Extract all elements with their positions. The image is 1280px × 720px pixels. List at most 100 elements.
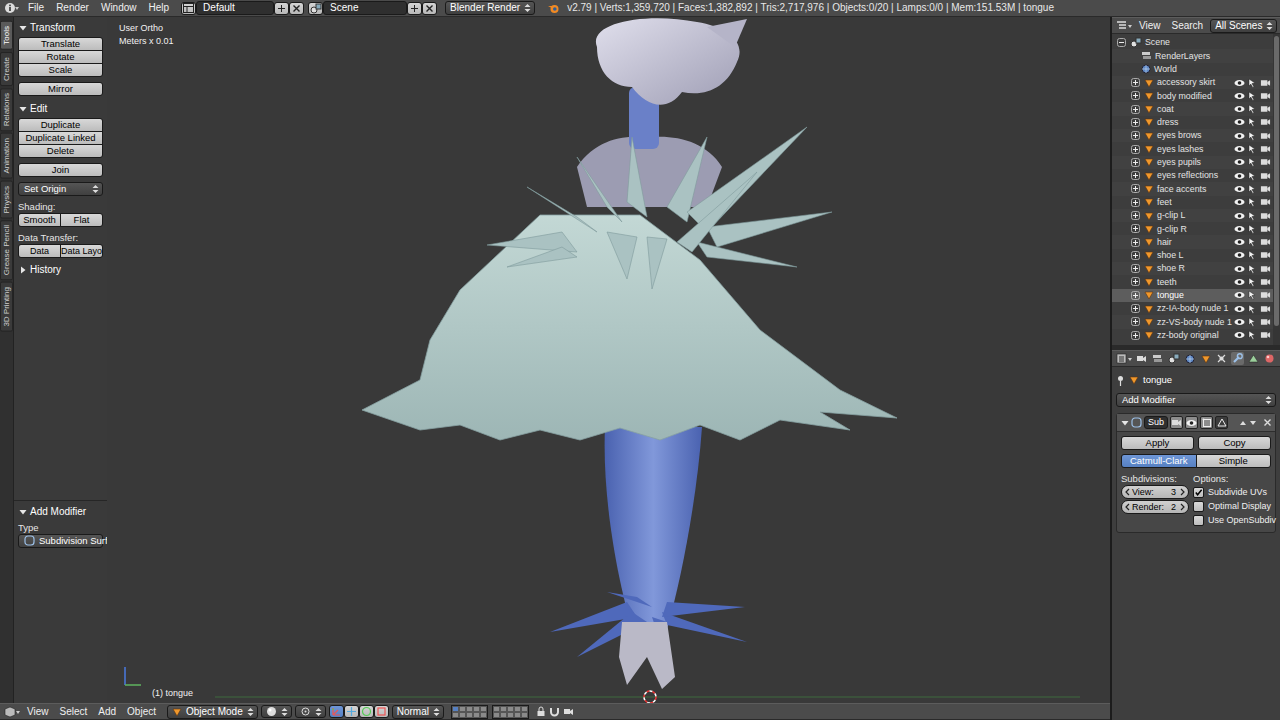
outliner-label[interactable]: shoe L xyxy=(1154,250,1234,261)
modifier-type-dropdown[interactable]: Subdivision Surface xyxy=(18,534,103,548)
expand-icon[interactable] xyxy=(1131,131,1140,140)
checkbox[interactable] xyxy=(1193,501,1204,512)
lock-icon[interactable] xyxy=(536,706,546,717)
tool-button[interactable]: Rotate xyxy=(18,50,103,64)
render-engine-dropdown[interactable]: Blender Render xyxy=(445,1,535,15)
renderability-camera-icon[interactable] xyxy=(1260,304,1271,314)
option-checkbox-row[interactable]: Optimal Display xyxy=(1193,499,1271,513)
toolshelf-tab[interactable]: Create xyxy=(0,52,13,86)
pin-icon[interactable] xyxy=(1116,375,1125,386)
material-tab-icon[interactable] xyxy=(1263,352,1276,365)
layer-button[interactable] xyxy=(452,712,459,718)
menu-item[interactable]: View xyxy=(23,706,53,718)
pivot-dropdown[interactable] xyxy=(295,705,326,718)
properties-editor-icon[interactable] xyxy=(1116,353,1132,365)
visibility-eye-icon[interactable] xyxy=(1234,197,1245,207)
visibility-eye-icon[interactable] xyxy=(1234,224,1245,234)
scrollbar-thumb[interactable] xyxy=(1274,36,1279,326)
expand-icon[interactable] xyxy=(1131,224,1140,233)
renderability-camera-icon[interactable] xyxy=(1260,157,1271,167)
outliner-label[interactable]: eyes brows xyxy=(1154,130,1234,141)
menu-item[interactable]: Object xyxy=(123,706,160,718)
panel-header[interactable]: Edit xyxy=(18,101,103,116)
checkbox[interactable] xyxy=(1193,515,1204,526)
tool-button[interactable]: Delete xyxy=(18,144,103,158)
expand-icon[interactable] xyxy=(1131,251,1140,260)
expand-icon[interactable] xyxy=(1131,91,1140,100)
visibility-eye-icon[interactable] xyxy=(1234,78,1245,88)
tool-button[interactable]: Smooth xyxy=(18,213,61,227)
expand-icon[interactable] xyxy=(1131,198,1140,207)
outliner-label[interactable]: eyes reflections xyxy=(1154,170,1234,181)
checkbox[interactable] xyxy=(1193,487,1204,498)
layer-button[interactable] xyxy=(514,712,521,718)
outliner-row[interactable]: hair xyxy=(1112,235,1273,248)
option-checkbox-row[interactable]: Use OpenSubdiv xyxy=(1193,513,1271,527)
outliner-label[interactable]: RenderLayers xyxy=(1152,51,1273,62)
move-up-icon[interactable] xyxy=(1239,419,1247,427)
subdivision-type-button[interactable]: Simple xyxy=(1196,454,1272,468)
panel-header[interactable]: Transform xyxy=(18,20,103,35)
collapse-triangle-icon[interactable] xyxy=(18,23,27,32)
visibility-eye-icon[interactable] xyxy=(1234,317,1245,327)
layer-button[interactable] xyxy=(521,712,528,718)
selectability-arrow-icon[interactable] xyxy=(1247,237,1258,247)
outliner-scrollbar[interactable] xyxy=(1273,34,1280,345)
selectability-arrow-icon[interactable] xyxy=(1247,330,1258,340)
expand-triangle-icon[interactable] xyxy=(18,265,27,274)
renderability-camera-icon[interactable] xyxy=(1260,171,1271,181)
outliner-label[interactable]: teeth xyxy=(1154,277,1234,288)
renderability-camera-icon[interactable] xyxy=(1260,78,1271,88)
expand-icon[interactable] xyxy=(1131,145,1140,154)
increment-icon[interactable] xyxy=(1180,488,1185,496)
modifier-name-field[interactable]: Sub xyxy=(1144,416,1168,429)
translate-manipulator-icon[interactable] xyxy=(344,705,359,718)
selectability-arrow-icon[interactable] xyxy=(1247,171,1258,181)
menu-item[interactable]: Select xyxy=(56,706,92,718)
3d-view-editor-icon[interactable] xyxy=(4,706,20,718)
tool-button[interactable]: Duplicate Linked xyxy=(18,131,103,145)
tool-button[interactable]: Flat xyxy=(60,213,103,227)
outliner-row[interactable]: shoe R xyxy=(1112,262,1273,275)
add-icon[interactable] xyxy=(274,2,289,15)
visibility-eye-icon[interactable] xyxy=(1234,131,1245,141)
add-modifier-dropdown[interactable]: Add Modifier xyxy=(1116,393,1276,407)
outliner-label[interactable]: Scene xyxy=(1142,37,1273,48)
menu-item[interactable]: Search xyxy=(1168,20,1208,32)
outliner-row[interactable]: zz-body original xyxy=(1112,329,1273,342)
selectability-arrow-icon[interactable] xyxy=(1247,184,1258,194)
tool-button[interactable]: Scale xyxy=(18,63,103,77)
toolshelf-tab[interactable]: Relations xyxy=(0,88,13,131)
selectability-arrow-icon[interactable] xyxy=(1247,91,1258,101)
rotate-manipulator-icon[interactable] xyxy=(359,705,374,718)
selectability-arrow-icon[interactable] xyxy=(1247,317,1258,327)
outliner-row[interactable]: g-clip R xyxy=(1112,222,1273,235)
renderability-camera-icon[interactable] xyxy=(1260,104,1271,114)
renderability-camera-icon[interactable] xyxy=(1260,197,1271,207)
expand-icon[interactable] xyxy=(1131,78,1140,87)
selectability-arrow-icon[interactable] xyxy=(1247,117,1258,127)
outliner-row[interactable]: dress xyxy=(1112,116,1273,129)
snap-icon[interactable] xyxy=(549,706,560,717)
tool-button[interactable]: Mirror xyxy=(18,82,103,96)
selectability-arrow-icon[interactable] xyxy=(1247,157,1258,167)
subdivision-level-field[interactable]: Render:2 xyxy=(1121,500,1189,514)
outliner-label[interactable]: shoe R xyxy=(1154,263,1234,274)
selectability-arrow-icon[interactable] xyxy=(1247,197,1258,207)
menu-item[interactable]: Render xyxy=(52,2,93,14)
expand-icon[interactable] xyxy=(1131,184,1140,193)
manipulator-icon[interactable] xyxy=(329,705,344,718)
renderability-camera-icon[interactable] xyxy=(1260,290,1271,300)
collapse-triangle-icon[interactable] xyxy=(1120,418,1129,427)
layer-button[interactable] xyxy=(480,712,487,718)
outliner-row[interactable]: RenderLayers xyxy=(1112,49,1273,62)
renderability-camera-icon[interactable] xyxy=(1260,211,1271,221)
outliner-label[interactable]: zz-VS-body nude 1 xyxy=(1154,317,1234,328)
shading-dropdown[interactable] xyxy=(261,705,292,718)
expand-icon[interactable] xyxy=(1131,158,1140,167)
outliner-row[interactable]: face accents xyxy=(1112,182,1273,195)
expand-icon[interactable] xyxy=(1131,331,1140,340)
apply-button[interactable]: Apply xyxy=(1121,436,1194,450)
outliner-row[interactable]: eyes reflections xyxy=(1112,169,1273,182)
visibility-eye-icon[interactable] xyxy=(1234,144,1245,154)
